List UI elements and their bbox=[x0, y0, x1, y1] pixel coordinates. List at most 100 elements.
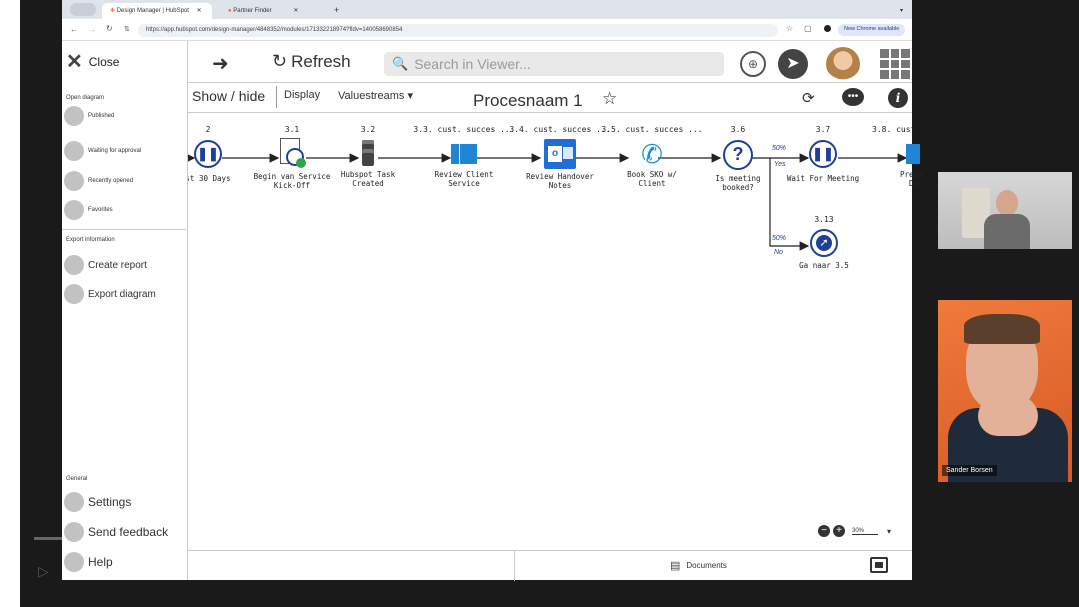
process-title: Procesnaam 1 bbox=[473, 91, 583, 110]
search-icon: 🔍 bbox=[392, 56, 409, 71]
diagram-toolbar: Show / hide Display Valuestreams ▾ Proce… bbox=[188, 83, 912, 113]
process-node-3-4[interactable]: 3.4. cust. succes ... o Review Handover … bbox=[509, 125, 610, 190]
user-avatar[interactable] bbox=[826, 47, 860, 81]
linked-document-icon bbox=[278, 138, 306, 170]
meeting-stage: ✱ Design Manager | HubSpot ✕ ● Partner F… bbox=[20, 0, 1079, 607]
close-tab-icon[interactable]: ✕ bbox=[293, 8, 298, 14]
tab-group-chip[interactable] bbox=[70, 3, 96, 16]
process-node-3-5[interactable]: 3.5. cust. succes ... ✆ Book SKO w/ Clie… bbox=[601, 125, 702, 188]
outlook-icon: o bbox=[544, 139, 576, 169]
sync-icon[interactable]: ⟳ bbox=[802, 89, 815, 107]
goto-arrow-icon: ➚ bbox=[810, 229, 838, 257]
participant-face bbox=[996, 190, 1018, 216]
participant-body bbox=[984, 214, 1030, 249]
tab-partner-finder[interactable]: ● Partner Finder ✕ bbox=[220, 3, 320, 19]
export-icon bbox=[64, 284, 84, 304]
participant-video-1 bbox=[938, 172, 1072, 249]
close-button[interactable]: ✕ Close bbox=[66, 49, 119, 74]
report-icon bbox=[64, 255, 84, 275]
show-hide-button[interactable]: Show / hide bbox=[192, 88, 265, 104]
branch-no-percent: 50% bbox=[772, 235, 787, 242]
compass-icon[interactable]: ➤ bbox=[778, 49, 808, 79]
process-node-3-7[interactable]: 3.7 ❚❚ Wait For Meeting bbox=[780, 125, 866, 183]
sidebar-item-published[interactable]: Published bbox=[62, 105, 186, 127]
bookmark-star-icon[interactable]: ☆ bbox=[786, 24, 793, 33]
split-window-icon bbox=[451, 144, 477, 164]
process-node-3-8[interactable]: 3.8. cust Prepa Doc bbox=[868, 125, 928, 188]
process-node-2[interactable]: 2 ❚❚ st 30 Days bbox=[182, 125, 234, 183]
general-section-label: General bbox=[66, 476, 88, 482]
tab-design-manager[interactable]: ✱ Design Manager | HubSpot ✕ bbox=[102, 3, 212, 19]
zoom-in-button[interactable]: + bbox=[833, 525, 845, 537]
participant-name-label: Sander Borsen bbox=[942, 465, 997, 476]
fullscreen-icon[interactable] bbox=[870, 557, 888, 573]
footer-bar: ▤ Documents bbox=[62, 550, 912, 581]
server-icon bbox=[362, 140, 374, 166]
clipboard-icon: ▤ bbox=[670, 560, 681, 572]
sidebar-item-create-report[interactable]: Create report bbox=[62, 254, 186, 276]
zoom-out-button[interactable]: − bbox=[818, 525, 830, 537]
display-button[interactable]: Display bbox=[284, 89, 320, 101]
tab-list-button[interactable]: ▾ bbox=[892, 3, 908, 19]
search-input[interactable]: 🔍 Search in Viewer... bbox=[384, 52, 724, 76]
process-viewer-app: ➜ ↻ Refresh 🔍 Search in Viewer... ⊕ ➤ ✕ bbox=[62, 41, 923, 581]
documents-button[interactable]: ▤ Documents bbox=[670, 559, 727, 572]
chrome-update-badge[interactable]: New Chrome available bbox=[838, 24, 906, 36]
back-icon[interactable]: ← bbox=[70, 25, 78, 34]
profile-icon[interactable] bbox=[824, 25, 831, 32]
process-node-3-13[interactable]: 3.13 ➚ Ga naar 3.5 bbox=[784, 215, 864, 270]
recent-icon bbox=[64, 171, 84, 191]
hubspot-icon: ✱ bbox=[110, 8, 116, 14]
split-window-icon bbox=[906, 144, 920, 164]
url-field[interactable]: https://app.hubspot.com/design-manager/4… bbox=[138, 24, 778, 37]
close-tab-icon[interactable]: ✕ bbox=[197, 8, 202, 14]
favorite-star-icon[interactable]: ☆ bbox=[602, 89, 617, 109]
zoom-level-select[interactable]: 30% bbox=[852, 528, 878, 535]
pause-icon: ❚❚ bbox=[194, 140, 222, 168]
process-node-3-3[interactable]: 3.3. cust. succes ... Review Client Serv… bbox=[413, 125, 514, 188]
address-bar-row: ← → ↻ ⇅ https://app.hubspot.com/design-m… bbox=[62, 19, 912, 41]
top-toolbar: ➜ ↻ Refresh 🔍 Search in Viewer... ⊕ ➤ bbox=[62, 41, 912, 83]
new-tab-button[interactable]: + bbox=[330, 3, 350, 19]
process-node-3-6[interactable]: 3.6 ? Is meeting booked? bbox=[708, 125, 768, 192]
settings-icon bbox=[64, 492, 84, 512]
comments-icon[interactable]: ••• bbox=[842, 88, 864, 106]
sidebar-item-settings[interactable]: Settings bbox=[62, 491, 186, 513]
refresh-button[interactable]: ↻ Refresh bbox=[272, 51, 351, 72]
branch-yes-label: Yes bbox=[774, 161, 786, 168]
toolbar-divider bbox=[276, 86, 277, 108]
chevron-down-icon[interactable]: ▾ bbox=[887, 527, 891, 536]
sidebar-item-send-feedback[interactable]: Send feedback bbox=[62, 521, 186, 543]
refresh-icon: ↻ bbox=[272, 51, 288, 71]
participant-hands bbox=[978, 396, 1038, 436]
process-node-3-1[interactable]: 3.1 Begin van Service Kick-Off bbox=[250, 125, 334, 190]
play-icon[interactable]: ▷ bbox=[38, 563, 49, 580]
site-info-icon[interactable]: ⇅ bbox=[124, 25, 130, 33]
forward-icon[interactable]: → bbox=[88, 25, 96, 34]
sidebar-item-help[interactable]: Help bbox=[62, 551, 186, 573]
translate-icon[interactable]: ⊕ bbox=[740, 51, 766, 77]
extension-icon[interactable]: ▢ bbox=[804, 24, 812, 33]
favorites-icon bbox=[64, 200, 84, 220]
valuestreams-dropdown[interactable]: Valuestreams ▾ bbox=[338, 89, 413, 102]
apps-grid-icon[interactable] bbox=[880, 49, 910, 79]
reload-icon[interactable]: ↻ bbox=[106, 24, 113, 33]
export-information-section-label: Export information bbox=[66, 237, 115, 243]
branch-no-label: No bbox=[774, 249, 783, 256]
question-icon: ? bbox=[723, 140, 753, 170]
sidebar-item-favorites[interactable]: Favorites bbox=[62, 199, 186, 221]
sidebar-item-waiting-for-approval[interactable]: Waiting for approval bbox=[62, 140, 186, 162]
chevron-down-icon: ▾ bbox=[407, 90, 414, 102]
progress-line bbox=[34, 537, 64, 540]
sidebar-item-export-diagram[interactable]: Export diagram bbox=[62, 283, 186, 305]
phone-icon: ✆ bbox=[641, 139, 663, 169]
diagram-canvas[interactable]: 2 ❚❚ st 30 Days 3.1 Begin van Service Ki… bbox=[185, 113, 923, 550]
process-node-3-2[interactable]: 3.2 Hubspot Task Created bbox=[338, 125, 398, 188]
forward-arrow-icon[interactable]: ➜ bbox=[212, 51, 229, 76]
sidebar-item-recently-opened[interactable]: Recently opened bbox=[62, 170, 186, 192]
published-icon bbox=[64, 106, 84, 126]
waiting-icon bbox=[64, 141, 84, 161]
info-icon[interactable]: i bbox=[888, 88, 908, 108]
sidebar-menu: ✕ Close Open diagram Published Waiting f… bbox=[62, 41, 188, 580]
sidebar-divider bbox=[62, 229, 186, 230]
